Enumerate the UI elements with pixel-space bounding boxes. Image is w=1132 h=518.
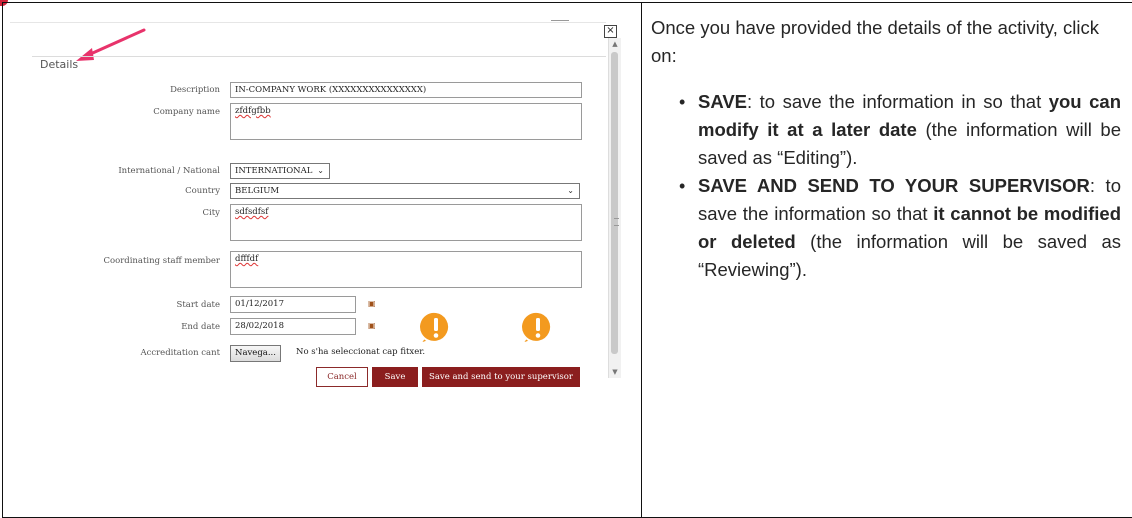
file-status: No s'ha seleccionat cap fitxer. [296, 347, 426, 357]
instructions-intro: Once you have provided the details of th… [651, 17, 1100, 66]
calendar-icon[interactable]: ▣ [368, 299, 376, 308]
list-item: • SAVE AND SEND TO YOUR SUPERVISOR: to s… [651, 172, 1121, 284]
item-text: : to save the information in so that [747, 91, 1049, 112]
scope-label: International / National [118, 166, 220, 176]
scope-select[interactable]: INTERNATIONAL ⌄ [230, 163, 330, 179]
list-item: • SAVE: to save the information in so th… [651, 88, 1121, 172]
coordinator-input[interactable]: dfffdf [230, 251, 582, 288]
country-select[interactable]: BELGIUM ⌄ [230, 183, 580, 199]
cancel-button[interactable]: Cancel [316, 367, 368, 387]
calendar-icon[interactable]: ▣ [368, 321, 376, 330]
item-heading: SAVE AND SEND TO YOUR SUPERVISOR [698, 175, 1090, 196]
description-input[interactable]: IN-COMPANY WORK (XXXXXXXXXXXXXXX) [230, 82, 582, 98]
warning-icon [520, 310, 553, 346]
section-title: Details [40, 58, 79, 71]
country-select-value: BELGIUM [235, 186, 280, 196]
end-date-input[interactable]: 28/02/2018 [230, 318, 356, 335]
accreditation-label: Accreditation cant [140, 348, 220, 358]
top-tick [551, 20, 569, 21]
instructions-list: • SAVE: to save the information in so th… [651, 88, 1121, 284]
browse-button[interactable]: Navega... [230, 345, 281, 362]
chevron-down-icon: ⌄ [317, 166, 324, 175]
scrollbar[interactable]: ▲ ▼ [608, 38, 621, 378]
company-name-label: Company name [153, 107, 220, 117]
top-divider [10, 22, 606, 23]
bullet-icon: • [679, 176, 686, 196]
description-label: Description [170, 85, 220, 95]
scroll-grip [614, 218, 619, 226]
pointer-arrow-icon [76, 28, 146, 61]
warning-icon [418, 310, 451, 346]
end-date-label: End date [181, 322, 220, 332]
chevron-down-icon: ⌄ [567, 186, 574, 195]
save-button[interactable]: Save [372, 367, 418, 387]
form-screenshot: × ▲ ▼ Details Description IN-COMPANY WOR… [10, 16, 624, 387]
start-date-input[interactable]: 01/12/2017 [230, 296, 356, 313]
item-heading: SAVE [698, 91, 748, 112]
scroll-thumb[interactable] [611, 52, 619, 354]
country-label: Country [185, 186, 220, 196]
scroll-down-icon[interactable]: ▼ [609, 366, 621, 378]
scroll-up-icon[interactable]: ▲ [609, 38, 621, 50]
city-input[interactable]: sdfsdfsf [230, 204, 582, 241]
bullet-icon: • [679, 92, 686, 112]
details-divider [32, 56, 606, 57]
close-icon[interactable]: × [604, 25, 617, 38]
save-and-send-button[interactable]: Save and send to your supervisor [422, 367, 580, 387]
company-name-input[interactable]: zfdfgfbb [230, 103, 582, 140]
city-label: City [202, 208, 220, 218]
start-date-label: Start date [176, 300, 220, 310]
coordinator-label: Coordinating staff member [103, 256, 220, 266]
scope-select-value: INTERNATIONAL [235, 166, 313, 176]
